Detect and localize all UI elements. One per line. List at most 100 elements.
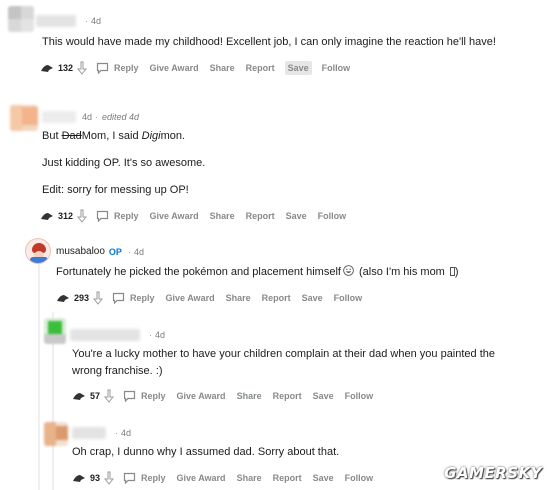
downvote-icon[interactable] — [104, 389, 115, 403]
comment-time[interactable]: 4d — [155, 330, 165, 340]
follow-button[interactable]: Follow — [333, 291, 364, 305]
comment-meta: · 4d — [70, 329, 165, 341]
reply-button[interactable]: Reply — [122, 388, 167, 404]
comment-actions: 93 Reply Give Award Share Report Save Fo… — [72, 470, 383, 486]
comment-time[interactable]: 4d — [82, 112, 92, 122]
reply-button[interactable]: Reply — [122, 470, 167, 486]
reply-label: Reply — [141, 473, 166, 483]
comment-paragraph-2: Just kidding OP. It's so awesome. — [42, 157, 206, 169]
comment-bubble-icon — [123, 390, 136, 402]
username-blurred[interactable] — [70, 329, 140, 341]
comment-2: 4d · edited 4d But DadMom, I said Digimo… — [0, 100, 550, 230]
text-run: ) — [454, 266, 459, 278]
comment-text: Oh crap, I dunno why I assumed dad. Sorr… — [72, 446, 340, 458]
upvote-icon[interactable] — [40, 211, 54, 221]
vote-control: 312 — [40, 209, 88, 223]
comment-bubble-icon — [96, 62, 109, 74]
dot-separator: · — [95, 112, 99, 122]
comment-meta: · 4d — [72, 427, 131, 439]
share-button[interactable]: Share — [209, 61, 236, 75]
vote-count: 132 — [58, 63, 74, 73]
watermark-logo: GAMERSKY — [444, 464, 542, 482]
downvote-icon[interactable] — [77, 209, 88, 223]
upvote-icon[interactable] — [72, 391, 86, 401]
share-button[interactable]: Share — [236, 389, 263, 403]
struck-text: Dad — [61, 130, 82, 142]
comment-actions: 293 Reply Give Award Share Report Save F… — [56, 290, 372, 306]
reply-label: Reply — [114, 211, 139, 221]
follow-button[interactable]: Follow — [321, 61, 352, 75]
report-button[interactable]: Report — [272, 471, 303, 485]
avatar[interactable] — [25, 238, 51, 264]
username[interactable]: musabaloo — [56, 246, 105, 257]
comment-1: · 4d This would have made my childhood! … — [0, 0, 550, 86]
vote-count: 57 — [90, 391, 101, 401]
give-award-button[interactable]: Give Award — [176, 471, 227, 485]
vote-control: 132 — [40, 61, 88, 75]
downvote-icon[interactable] — [104, 471, 115, 485]
save-button[interactable]: Save — [312, 389, 335, 403]
vote-control: 57 — [72, 389, 115, 403]
comment-actions: 312 Reply Give Award Share Report Save F… — [40, 208, 356, 224]
avatar[interactable] — [44, 422, 68, 446]
avatar[interactable] — [44, 318, 66, 344]
username-blurred[interactable] — [36, 15, 76, 27]
reply-label: Reply — [130, 293, 155, 303]
comment-paragraph-3: Edit: sorry for messing up OP! — [42, 184, 189, 196]
avatar[interactable] — [8, 6, 34, 32]
follow-button[interactable]: Follow — [344, 389, 375, 403]
reply-button[interactable]: Reply — [95, 60, 140, 76]
comment-3: musabaloo OP · 4d Fortunately he picked … — [0, 236, 550, 312]
share-button[interactable]: Share — [209, 209, 236, 223]
upvote-icon[interactable] — [56, 293, 70, 303]
username-blurred[interactable] — [42, 111, 76, 123]
report-button[interactable]: Report — [245, 209, 276, 223]
dot-separator: · — [149, 330, 152, 340]
text-run: Fortunately he picked the pokémon and pl… — [56, 266, 341, 278]
grin-emoji-icon — [343, 265, 354, 276]
save-button[interactable]: Save — [284, 61, 312, 75]
comment-time[interactable]: 4d — [91, 16, 101, 26]
save-button[interactable]: Save — [301, 291, 324, 305]
comment-bubble-icon — [112, 292, 125, 304]
comment-actions: 57 Reply Give Award Share Report Save Fo… — [72, 388, 383, 404]
share-button[interactable]: Share — [236, 471, 263, 485]
upvote-icon[interactable] — [40, 63, 54, 73]
comment-time[interactable]: 4d — [121, 428, 131, 438]
report-button[interactable]: Report — [261, 291, 292, 305]
save-button[interactable]: Save — [285, 209, 308, 223]
comment-4: · 4d You're a lucky mother to have your … — [0, 316, 550, 412]
dot-separator: · — [127, 246, 131, 257]
downvote-icon[interactable] — [93, 291, 104, 305]
comment-time[interactable]: 4d — [134, 247, 144, 257]
give-award-button[interactable]: Give Award — [149, 209, 200, 223]
vote-count: 93 — [90, 473, 101, 483]
dot-separator: · — [115, 428, 118, 438]
give-award-button[interactable]: Give Award — [149, 61, 200, 75]
downvote-icon[interactable] — [77, 61, 88, 75]
comment-body: This would have made my childhood! Excel… — [42, 34, 542, 61]
edited-label: edited 4d — [102, 112, 140, 122]
text-run: Mom, I said — [81, 130, 142, 142]
follow-button[interactable]: Follow — [317, 209, 348, 223]
comment-paragraph-1: But DadMom, I said Digimon. — [42, 128, 542, 145]
avatar[interactable] — [10, 105, 38, 131]
give-award-button[interactable]: Give Award — [165, 291, 216, 305]
reply-button[interactable]: Reply — [111, 290, 156, 306]
report-button[interactable]: Report — [245, 61, 276, 75]
vote-count: 312 — [58, 211, 74, 221]
give-award-button[interactable]: Give Award — [176, 389, 227, 403]
username-blurred[interactable] — [72, 427, 106, 439]
italic-text: Digi — [141, 130, 161, 142]
follow-button[interactable]: Follow — [344, 471, 375, 485]
upvote-icon[interactable] — [72, 473, 86, 483]
save-button[interactable]: Save — [312, 471, 335, 485]
vote-control: 93 — [72, 471, 115, 485]
report-button[interactable]: Report — [272, 389, 303, 403]
reply-label: Reply — [114, 63, 139, 73]
share-button[interactable]: Share — [225, 291, 252, 305]
reply-button[interactable]: Reply — [95, 208, 140, 224]
comment-meta: 4d · edited 4d — [42, 111, 139, 123]
comment-body: But DadMom, I said Digimon. Just kidding… — [42, 128, 542, 209]
comment-bubble-icon — [96, 210, 109, 222]
